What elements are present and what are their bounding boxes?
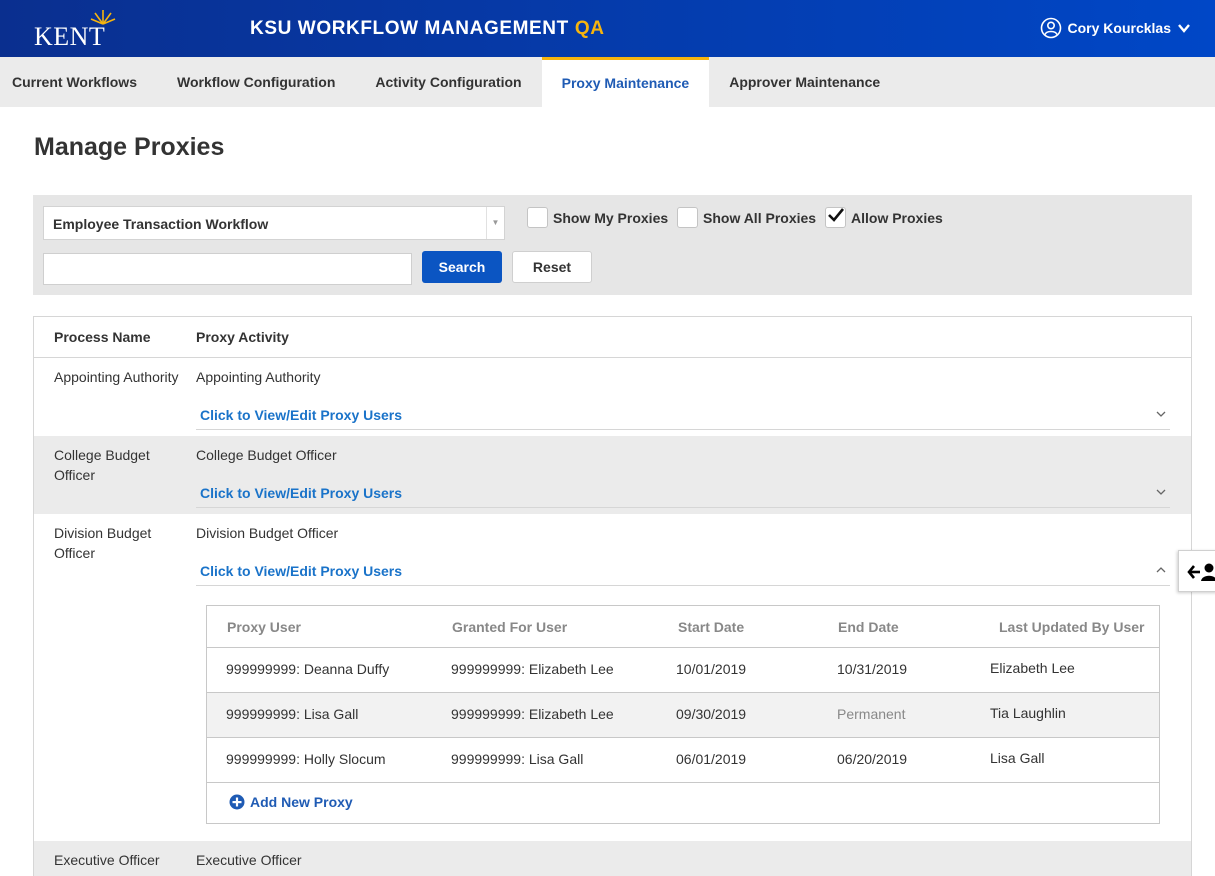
tab-activity-configuration[interactable]: Activity Configuration [355,57,541,107]
add-new-proxy-button[interactable]: Add New Proxy [229,794,353,810]
process-name: Division Budget Officer [54,525,152,561]
user-name: Cory Kourcklas [1067,20,1171,36]
show-my-proxies-checkbox[interactable]: Show My Proxies [527,207,668,228]
column-header-last-updated-by: Last Updated By User [999,619,1145,635]
granted-for-user: 999999999: Elizabeth Lee [451,706,614,722]
proxy-process-table: Process Name Proxy Activity Appointing A… [33,316,1192,876]
page-title: Manage Proxies [34,133,225,161]
user-circle-icon [1040,17,1061,39]
column-header-proxy-activity: Proxy Activity [196,329,289,345]
proxy-activity: Division Budget Officer [196,525,339,541]
proxy-row[interactable]: 999999999: Holly Slocum 999999999: Lisa … [207,738,1159,783]
last-updated-by: Lisa Gall [990,750,1045,766]
tab-current-workflows[interactable]: Current Workflows [0,57,157,107]
proxy-users-table: Proxy User Granted For User Start Date E… [206,605,1160,824]
table-row: Executive Officer Executive Officer [34,841,1191,876]
checkbox-box[interactable] [825,207,846,228]
search-button[interactable]: Search [422,251,502,283]
tab-approver-maintenance[interactable]: Approver Maintenance [709,57,900,107]
tab-proxy-maintenance[interactable]: Proxy Maintenance [541,57,710,107]
search-input[interactable] [43,253,412,285]
view-edit-proxy-users-link[interactable]: Click to View/Edit Proxy Users [200,563,402,579]
table-header: Process Name Proxy Activity [34,317,1191,358]
table-row: Appointing Authority Appointing Authorit… [34,358,1191,436]
start-date: 10/01/2019 [676,661,747,677]
checkbox-box[interactable] [527,207,548,228]
show-my-proxies-label: Show My Proxies [553,209,669,226]
last-updated-by: Elizabeth Lee [990,660,1075,676]
column-header-end-date: End Date [838,619,899,635]
column-header-granted-for-user: Granted For User [452,619,568,635]
checkbox-box[interactable] [677,207,698,228]
allow-proxies-label: Allow Proxies [851,209,943,226]
proxy-row[interactable]: 999999999: Lisa Gall 999999999: Elizabet… [207,693,1159,738]
environment-badge: QA [574,18,605,39]
column-header-start-date: Start Date [678,619,745,635]
chevron-down-icon [1178,24,1190,33]
proxy-users-header: Proxy User Granted For User Start Date E… [207,606,1159,648]
plus-circle-icon [229,794,245,810]
view-edit-proxy-users-toggle[interactable]: Click to View/Edit Proxy Users [196,476,1170,508]
chevron-down-icon[interactable] [1156,409,1166,419]
granted-for-user: 999999999: Elizabeth Lee [451,661,614,677]
chevron-down-icon[interactable] [1156,487,1166,497]
proxy-user: 999999999: Holly Slocum [226,751,386,767]
end-date: 10/31/2019 [837,661,908,677]
proxy-user-side-tab[interactable] [1178,550,1215,592]
view-edit-proxy-users-toggle[interactable]: Click to View/Edit Proxy Users [196,554,1170,586]
column-header-proxy-user: Proxy User [227,619,301,635]
chevron-up-icon[interactable] [1156,565,1166,575]
arrow-left-user-icon [1187,563,1215,581]
view-edit-proxy-users-link[interactable]: Click to View/Edit Proxy Users [200,407,402,423]
show-all-proxies-label: Show All Proxies [703,209,817,226]
proxy-activity: Appointing Authority [196,369,321,385]
view-edit-proxy-users-toggle[interactable]: Click to View/Edit Proxy Users [196,398,1170,430]
proxy-user: 999999999: Deanna Duffy [226,661,390,677]
workflow-select[interactable]: Employee Transaction Workflow ▼ [43,206,505,240]
allow-proxies-checkbox[interactable]: Allow Proxies [825,207,943,228]
view-edit-proxy-users-link[interactable]: Click to View/Edit Proxy Users [200,485,402,501]
app-title: KSU WORKFLOW MANAGEMENT QA [250,18,605,40]
reset-button[interactable]: Reset [512,251,592,283]
user-menu[interactable]: Cory Kourcklas [1040,16,1191,40]
table-row: College Budget Officer College Budget Of… [34,436,1191,514]
checkmark-icon [828,208,845,222]
main-nav-tabs: Current Workflows Workflow Configuration… [0,57,1215,107]
top-header: KENT STATE KSU WORKFLOW MANAGEMENTQA Cor… [0,0,1215,81]
proxy-activity: Executive Officer [196,852,302,868]
process-name: College Budget Officer [54,447,150,483]
app-title-text: KSU WORKFLOW MANAGEMENT [250,18,569,39]
dropdown-arrow-icon: ▼ [486,207,504,239]
add-new-proxy-label: Add New Proxy [250,794,353,810]
show-all-proxies-checkbox[interactable]: Show All Proxies [677,207,816,228]
granted-for-user: 999999999: Lisa Gall [451,751,584,767]
proxy-row[interactable]: 999999999: Deanna Duffy 999999999: Eliza… [207,648,1159,693]
end-date: Permanent [837,706,906,722]
filter-panel: Employee Transaction Workflow ▼ Show My … [33,195,1192,295]
process-name: Executive Officer [54,852,160,868]
start-date: 09/30/2019 [676,706,747,722]
start-date: 06/01/2019 [676,751,747,767]
tab-workflow-configuration[interactable]: Workflow Configuration [157,57,355,107]
end-date: 06/20/2019 [837,751,908,767]
proxy-user: 999999999: Lisa Gall [226,706,359,722]
column-header-process-name: Process Name [54,329,151,345]
kent-state-logo[interactable]: KENT STATE [34,8,174,81]
last-updated-by: Tia Laughlin [990,705,1066,721]
process-name: Appointing Authority [54,369,179,385]
workflow-select-value: Employee Transaction Workflow [53,216,269,232]
proxy-activity: College Budget Officer [196,447,337,463]
